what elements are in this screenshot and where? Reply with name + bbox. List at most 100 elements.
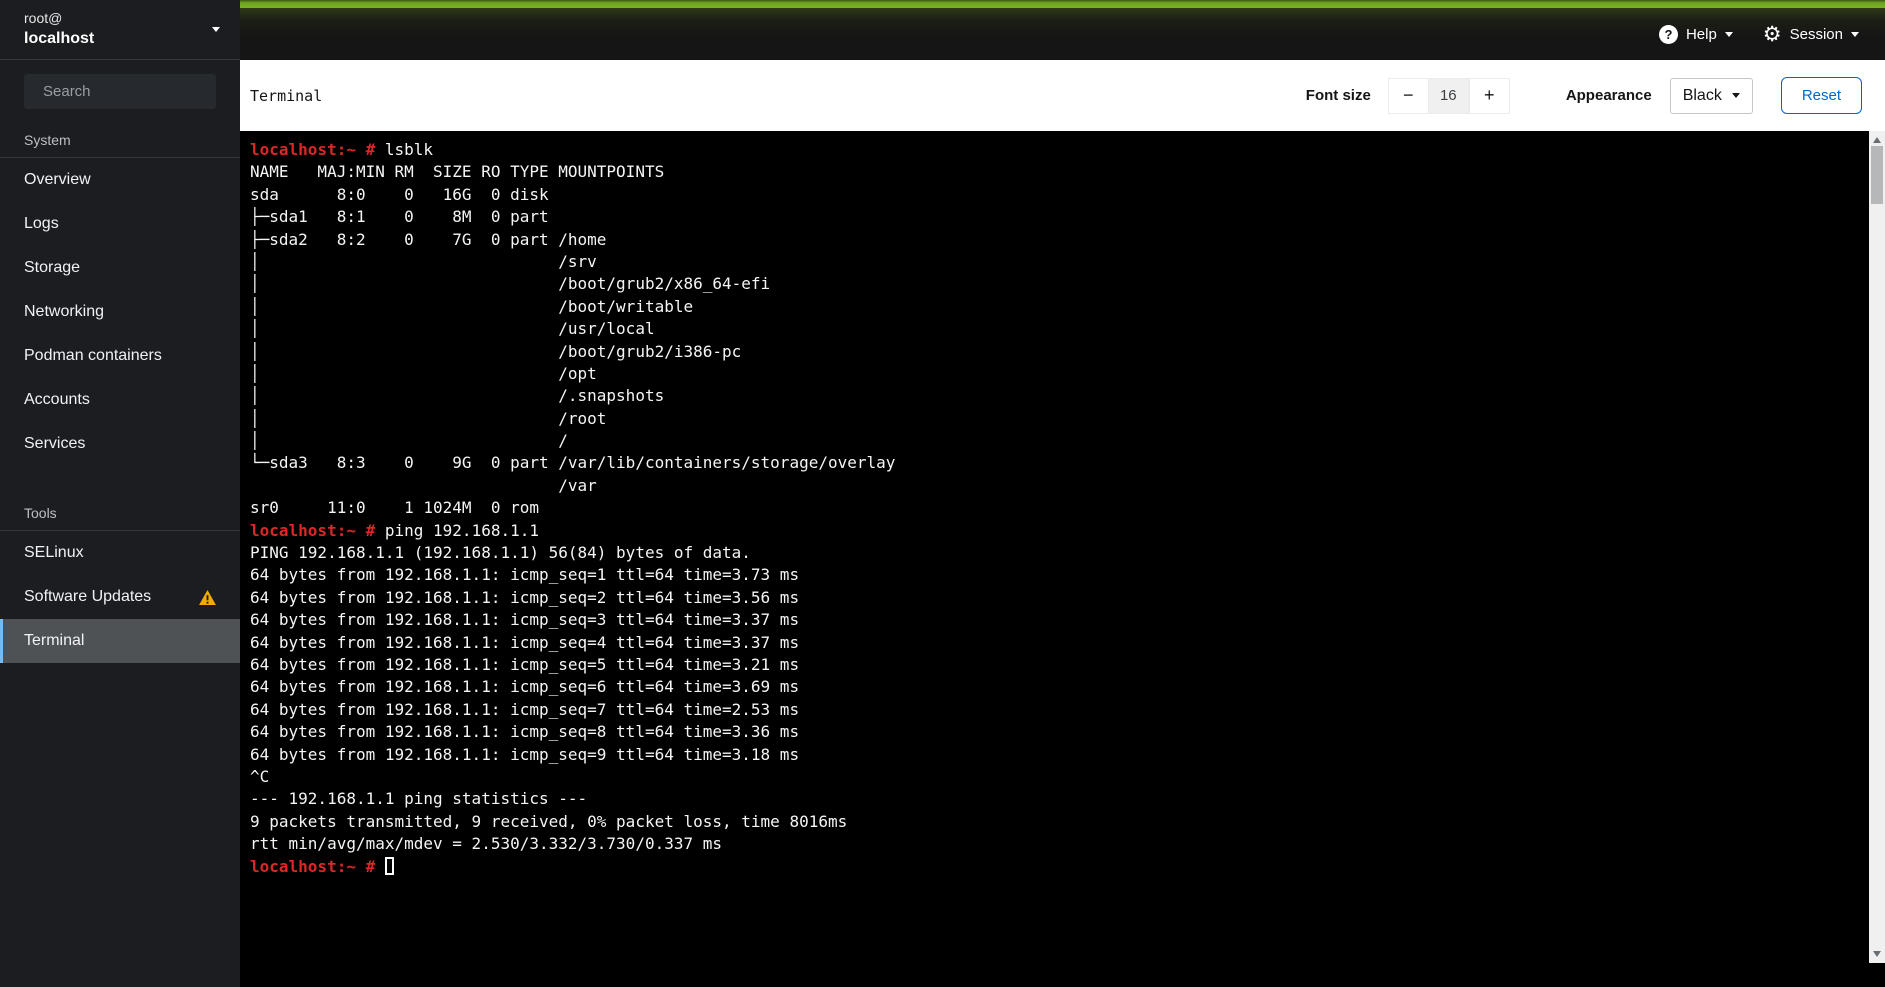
sidebar-item-label: Services <box>24 435 85 453</box>
appearance-select[interactable]: Black <box>1670 78 1753 114</box>
terminal-line: │ /boot/grub2/x86_64-efi <box>250 273 1865 295</box>
masthead: ? Help ⚙ Session <box>240 0 1885 60</box>
nav-section-title: Tools <box>0 492 240 530</box>
sidebar-item-label: Overview <box>24 171 91 189</box>
terminal-line: └─sda3 8:3 0 9G 0 part /var/lib/containe… <box>250 452 1865 474</box>
terminal-line: 64 bytes from 192.168.1.1: icmp_seq=1 tt… <box>250 564 1865 586</box>
session-label: Session <box>1790 26 1843 43</box>
search-input[interactable] <box>43 83 242 100</box>
nav-section-tools: Tools SELinux Software Updates Terminal <box>0 492 240 663</box>
help-menu[interactable]: ? Help <box>1659 25 1733 44</box>
sidebar-nav: System Overview Logs Storage Networking Podma… <box>0 119 240 663</box>
brand-accent-bar <box>240 0 1885 8</box>
host-switcher[interactable]: root@ localhost <box>0 0 240 60</box>
sidebar-search[interactable] <box>24 74 216 109</box>
font-size-value: 16 <box>1428 78 1469 114</box>
terminal-line: ├─sda2 8:2 0 7G 0 part /home <box>250 229 1865 251</box>
sidebar: root@ localhost System Overview Logs Storag… <box>0 0 240 987</box>
help-icon: ? <box>1659 25 1678 44</box>
terminal-line: 64 bytes from 192.168.1.1: icmp_seq=4 tt… <box>250 632 1865 654</box>
terminal-line: │ /boot/grub2/i386-pc <box>250 341 1865 363</box>
cockpit-app: root@ localhost System Overview Logs Storag… <box>0 0 1885 987</box>
sidebar-item-label: SELinux <box>24 544 84 562</box>
terminal-line: localhost:~ # <box>250 856 1865 878</box>
nav-section-title: System <box>0 119 240 157</box>
chevron-down-icon <box>1732 93 1740 98</box>
terminal-screen[interactable]: localhost:~ # lsblkNAME MAJ:MIN RM SIZE … <box>250 139 1865 878</box>
sidebar-item-accounts[interactable]: Accounts <box>0 378 240 422</box>
sidebar-item-software-updates[interactable]: Software Updates <box>0 575 240 619</box>
scroll-down-icon[interactable] <box>1873 951 1881 957</box>
font-size-increase-button[interactable]: + <box>1469 78 1510 114</box>
terminal-line: localhost:~ # ping 192.168.1.1 <box>250 520 1865 542</box>
sidebar-item-label: Networking <box>24 303 104 321</box>
scrollbar-thumb[interactable] <box>1871 146 1883 204</box>
content-header: Terminal Font size − 16 + Appearance Bla… <box>240 60 1885 131</box>
terminal-line: 64 bytes from 192.168.1.1: icmp_seq=6 tt… <box>250 676 1865 698</box>
terminal-line: localhost:~ # lsblk <box>250 139 1865 161</box>
terminal-line: PING 192.168.1.1 (192.168.1.1) 56(84) by… <box>250 542 1865 564</box>
sidebar-item-podman-containers[interactable]: Podman containers <box>0 334 240 378</box>
appearance-label: Appearance <box>1566 87 1652 104</box>
scroll-up-icon[interactable] <box>1873 137 1881 143</box>
help-label: Help <box>1686 26 1717 43</box>
terminal-line: --- 192.168.1.1 ping statistics --- <box>250 788 1865 810</box>
sidebar-item-label: Accounts <box>24 391 90 409</box>
font-size-stepper: − 16 + <box>1388 78 1510 114</box>
terminal-line: │ / <box>250 430 1865 452</box>
terminal-line: 64 bytes from 192.168.1.1: icmp_seq=3 tt… <box>250 609 1865 631</box>
terminal-line: │ /root <box>250 408 1865 430</box>
host-name: localhost <box>24 28 222 49</box>
page-title: Terminal <box>250 87 322 105</box>
sidebar-item-label: Software Updates <box>24 588 151 606</box>
terminal-line: 64 bytes from 192.168.1.1: icmp_seq=7 tt… <box>250 699 1865 721</box>
warning-icon <box>199 590 216 605</box>
terminal-line: │ /usr/local <box>250 318 1865 340</box>
chevron-down-icon <box>212 27 220 32</box>
terminal-scrollbar[interactable] <box>1869 131 1885 963</box>
sidebar-item-networking[interactable]: Networking <box>0 290 240 334</box>
terminal-line: 64 bytes from 192.168.1.1: icmp_seq=8 tt… <box>250 721 1865 743</box>
terminal-line: NAME MAJ:MIN RM SIZE RO TYPE MOUNTPOINTS <box>250 161 1865 183</box>
shell-prompt: localhost:~ # <box>250 521 375 540</box>
font-size-label: Font size <box>1306 87 1371 104</box>
gear-icon: ⚙ <box>1763 24 1782 45</box>
sidebar-item-storage[interactable]: Storage <box>0 246 240 290</box>
chevron-down-icon <box>1851 32 1859 37</box>
nav-section-system: System Overview Logs Storage Networking Podma… <box>0 119 240 466</box>
sidebar-item-selinux[interactable]: SELinux <box>0 531 240 575</box>
sidebar-item-services[interactable]: Services <box>0 422 240 466</box>
terminal-line: rtt min/avg/max/mdev = 2.530/3.332/3.730… <box>250 833 1865 855</box>
terminal-cursor <box>385 857 394 875</box>
masthead-toolbar: ? Help ⚙ Session <box>240 8 1885 60</box>
chevron-down-icon <box>1725 32 1733 37</box>
sidebar-item-overview[interactable]: Overview <box>0 158 240 202</box>
appearance-value: Black <box>1683 87 1722 105</box>
session-menu[interactable]: ⚙ Session <box>1763 24 1859 45</box>
sidebar-item-logs[interactable]: Logs <box>0 202 240 246</box>
terminal-line: ├─sda1 8:1 0 8M 0 part <box>250 206 1865 228</box>
sidebar-item-label: Terminal <box>24 632 84 650</box>
terminal-line: 64 bytes from 192.168.1.1: icmp_seq=9 tt… <box>250 744 1865 766</box>
terminal-line: sda 8:0 0 16G 0 disk <box>250 184 1865 206</box>
terminal-line: │ /boot/writable <box>250 296 1865 318</box>
sidebar-item-label: Podman containers <box>24 347 162 365</box>
sidebar-item-label: Storage <box>24 259 80 277</box>
host-user: root@ <box>24 9 222 28</box>
terminal-line: 64 bytes from 192.168.1.1: icmp_seq=5 tt… <box>250 654 1865 676</box>
reset-button[interactable]: Reset <box>1781 77 1862 114</box>
shell-prompt: localhost:~ # <box>250 140 375 159</box>
sidebar-item-label: Logs <box>24 215 59 233</box>
terminal-line: sr0 11:0 1 1024M 0 rom <box>250 497 1865 519</box>
terminal-panel[interactable]: localhost:~ # lsblkNAME MAJ:MIN RM SIZE … <box>240 131 1885 987</box>
terminal-line: │ /opt <box>250 363 1865 385</box>
terminal-line: 9 packets transmitted, 9 received, 0% pa… <box>250 811 1865 833</box>
sidebar-item-terminal[interactable]: Terminal <box>0 619 240 663</box>
terminal-line: /var <box>250 475 1865 497</box>
font-size-decrease-button[interactable]: − <box>1388 78 1429 114</box>
terminal-line: ^C <box>250 766 1865 788</box>
shell-prompt: localhost:~ # <box>250 857 375 876</box>
terminal-line: 64 bytes from 192.168.1.1: icmp_seq=2 tt… <box>250 587 1865 609</box>
terminal-line: │ /srv <box>250 251 1865 273</box>
terminal-line: │ /.snapshots <box>250 385 1865 407</box>
